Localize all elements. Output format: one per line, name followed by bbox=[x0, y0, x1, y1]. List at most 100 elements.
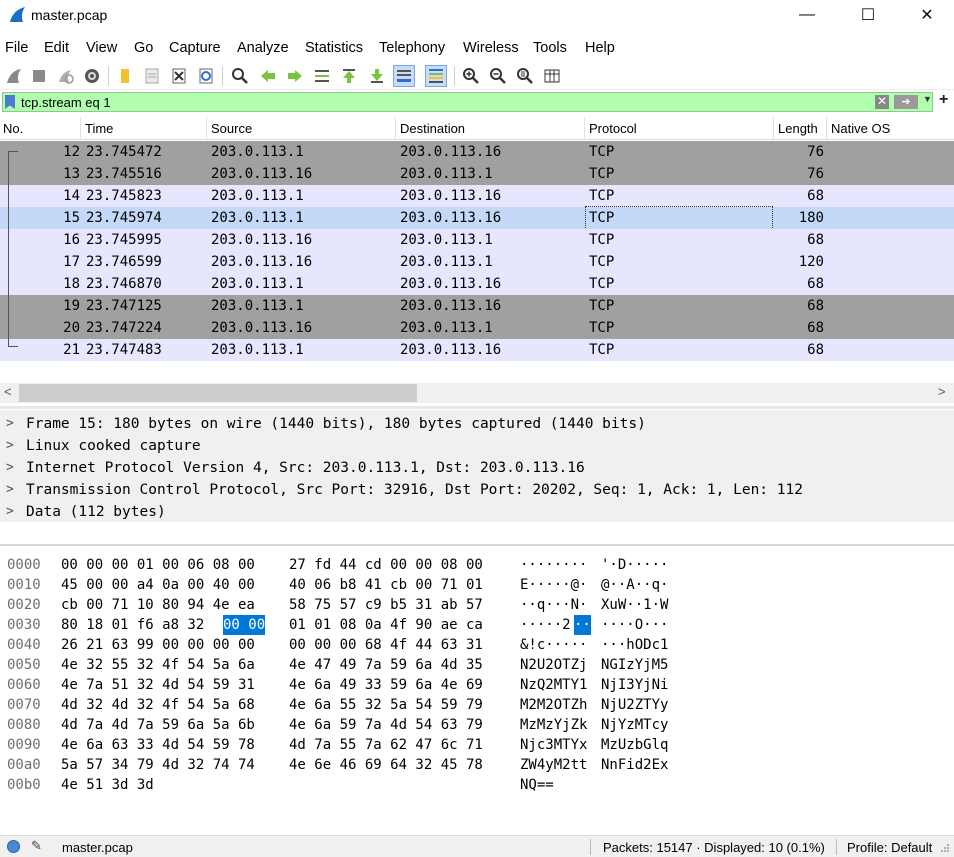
go-first-packet-icon[interactable] bbox=[338, 65, 360, 87]
expand-chevron-icon[interactable]: > bbox=[6, 457, 14, 479]
packet-row[interactable]: 20 23.747224 203.0.113.16 203.0.113.1 TC… bbox=[0, 317, 954, 339]
expand-chevron-icon[interactable]: > bbox=[6, 435, 14, 457]
go-back-icon[interactable] bbox=[257, 65, 279, 87]
hex-row[interactable]: 00b0 4e 51 3d 3d NQ== bbox=[0, 775, 954, 795]
go-forward-icon[interactable] bbox=[284, 65, 306, 87]
packet-row[interactable]: 19 23.747125 203.0.113.1 203.0.113.16 TC… bbox=[0, 295, 954, 317]
detail-row-tcp[interactable]: > Transmission Control Protocol, Src Por… bbox=[0, 479, 954, 501]
packet-row[interactable]: 13 23.745516 203.0.113.16 203.0.113.1 TC… bbox=[0, 163, 954, 185]
detail-row-data[interactable]: > Data (112 bytes) bbox=[0, 501, 954, 523]
packet-row[interactable]: 18 23.746870 203.0.113.1 203.0.113.16 TC… bbox=[0, 273, 954, 295]
hex-bytes-2: 58 75 57 c9 b5 31 ab 57 bbox=[289, 597, 483, 613]
pane-splitter[interactable] bbox=[0, 544, 954, 546]
save-file-icon[interactable] bbox=[141, 65, 163, 87]
packet-source: 203.0.113.1 bbox=[211, 276, 304, 292]
add-filter-button-plus-icon[interactable]: + bbox=[939, 91, 948, 109]
display-filter-input[interactable] bbox=[21, 94, 861, 110]
menu-wireless[interactable]: Wireless bbox=[463, 37, 519, 59]
expand-chevron-icon[interactable]: > bbox=[6, 479, 14, 501]
resize-grip-icon[interactable] bbox=[940, 843, 950, 853]
close-file-icon[interactable] bbox=[168, 65, 190, 87]
status-profile[interactable]: Profile: Default bbox=[847, 840, 932, 855]
menu-tools[interactable]: Tools bbox=[533, 37, 567, 59]
hex-row[interactable]: 0090 4e 6a 63 33 4d 54 59 78 4d 7a 55 7a… bbox=[0, 735, 954, 755]
pane-splitter[interactable] bbox=[0, 406, 954, 409]
close-button[interactable]: ✕ bbox=[904, 0, 950, 30]
detail-row-ipv4[interactable]: > Internet Protocol Version 4, Src: 203.… bbox=[0, 457, 954, 479]
hex-ascii-highlighted: ·· bbox=[574, 615, 591, 635]
apply-filter-arrow-icon[interactable]: ➜ bbox=[894, 95, 918, 109]
column-header-destination[interactable]: Destination bbox=[397, 117, 585, 140]
menu-edit[interactable]: Edit bbox=[44, 37, 69, 59]
go-last-packet-icon[interactable] bbox=[366, 65, 388, 87]
packet-time: 23.745823 bbox=[86, 188, 162, 204]
detail-row-frame[interactable]: > Frame 15: 180 bytes on wire (1440 bits… bbox=[0, 413, 954, 435]
expand-chevron-icon[interactable]: > bbox=[6, 501, 14, 523]
scrollbar-thumb[interactable] bbox=[19, 384, 417, 402]
packet-list-horizontal-scrollbar[interactable]: < > bbox=[0, 383, 954, 403]
hex-ascii-2: MzUzbGlq bbox=[601, 737, 669, 753]
packet-row[interactable]: 21 23.747483 203.0.113.1 203.0.113.16 TC… bbox=[0, 339, 954, 361]
column-header-native-os[interactable]: Native OS bbox=[828, 117, 954, 140]
detail-row-linux-cooked[interactable]: > Linux cooked capture bbox=[0, 435, 954, 457]
stop-capture-icon[interactable] bbox=[28, 65, 50, 87]
packet-row[interactable]: 12 23.745472 203.0.113.1 203.0.113.16 TC… bbox=[0, 141, 954, 163]
packet-row[interactable]: 16 23.745995 203.0.113.16 203.0.113.1 TC… bbox=[0, 229, 954, 251]
zoom-normal-icon[interactable] bbox=[514, 65, 536, 87]
menu-help[interactable]: Help bbox=[585, 37, 615, 59]
resize-columns-icon[interactable] bbox=[541, 65, 563, 87]
column-header-length[interactable]: Length bbox=[775, 117, 827, 140]
hex-row[interactable]: 0050 4e 32 55 32 4f 54 5a 6a 4e 47 49 7a… bbox=[0, 655, 954, 675]
detail-text: Data (112 bytes) bbox=[26, 504, 166, 520]
menu-go[interactable]: Go bbox=[134, 37, 153, 59]
menu-analyze[interactable]: Analyze bbox=[237, 37, 289, 59]
scroll-right-chevron-icon[interactable]: > bbox=[938, 384, 946, 399]
autoscroll-icon[interactable] bbox=[393, 65, 415, 87]
reload-file-icon[interactable] bbox=[195, 65, 217, 87]
hex-row[interactable]: 00a0 5a 57 34 79 4d 32 74 74 4e 6e 46 69… bbox=[0, 755, 954, 775]
open-file-icon[interactable] bbox=[114, 65, 136, 87]
find-packet-icon[interactable] bbox=[229, 65, 251, 87]
go-to-packet-icon[interactable] bbox=[311, 65, 333, 87]
hex-row[interactable]: 0060 4e 7a 51 32 4d 54 59 31 4e 6a 49 33… bbox=[0, 675, 954, 695]
menu-capture[interactable]: Capture bbox=[169, 37, 221, 59]
hex-row[interactable]: 0010 45 00 00 a4 0a 00 40 00 40 06 b8 41… bbox=[0, 575, 954, 595]
colorize-icon[interactable] bbox=[425, 65, 447, 87]
packet-row[interactable]: 14 23.745823 203.0.113.1 203.0.113.16 TC… bbox=[0, 185, 954, 207]
filter-history-chevron-down-icon[interactable]: ▼ bbox=[923, 94, 932, 104]
packet-row[interactable]: 17 23.746599 203.0.113.16 203.0.113.1 TC… bbox=[0, 251, 954, 273]
capture-options-gear-icon[interactable] bbox=[81, 65, 103, 87]
restart-capture-icon[interactable] bbox=[54, 65, 76, 87]
hex-row[interactable]: 0000 00 00 00 01 00 06 08 00 27 fd 44 cd… bbox=[0, 555, 954, 575]
hex-row[interactable]: 0040 26 21 63 99 00 00 00 00 00 00 00 68… bbox=[0, 635, 954, 655]
hex-bytes-1: 45 00 00 a4 0a 00 40 00 bbox=[61, 577, 255, 593]
hex-row[interactable]: 0020 cb 00 71 10 80 94 4e ea 58 75 57 c9… bbox=[0, 595, 954, 615]
menu-file[interactable]: File bbox=[5, 37, 28, 59]
zoom-out-icon[interactable] bbox=[487, 65, 509, 87]
column-header-source[interactable]: Source bbox=[208, 117, 396, 140]
packet-row-selected[interactable]: 15 23.745974 203.0.113.1 203.0.113.16 TC… bbox=[0, 206, 954, 230]
column-header-protocol[interactable]: Protocol bbox=[586, 117, 774, 140]
hex-row[interactable]: 0080 4d 7a 4d 7a 59 6a 5a 6b 4e 6a 59 7a… bbox=[0, 715, 954, 735]
start-capture-icon[interactable] bbox=[3, 65, 25, 87]
bookmark-icon[interactable] bbox=[5, 95, 15, 109]
expert-info-status-icon[interactable] bbox=[7, 840, 20, 853]
maximize-button[interactable]: ☐ bbox=[845, 0, 891, 30]
clear-filter-icon[interactable]: ✕ bbox=[875, 95, 889, 109]
zoom-in-icon[interactable] bbox=[460, 65, 482, 87]
capture-comment-pencil-icon[interactable]: ✎ bbox=[31, 838, 42, 854]
menu-statistics[interactable]: Statistics bbox=[305, 37, 363, 59]
menu-view[interactable]: View bbox=[86, 37, 117, 59]
hex-row[interactable]: 0030 80 18 01 f6 a8 32 00 00 01 01 08 0a… bbox=[0, 615, 954, 635]
menu-telephony[interactable]: Telephony bbox=[379, 37, 445, 59]
packet-source: 203.0.113.16 bbox=[211, 166, 313, 182]
hex-row[interactable]: 0070 4d 32 4d 32 4f 54 5a 68 4e 6a 55 32… bbox=[0, 695, 954, 715]
packet-protocol: TCP bbox=[589, 320, 615, 336]
minimize-button[interactable]: — bbox=[784, 0, 830, 30]
scroll-left-chevron-icon[interactable]: < bbox=[4, 384, 12, 399]
packet-source: 203.0.113.1 bbox=[211, 188, 304, 204]
column-header-time[interactable]: Time bbox=[82, 117, 207, 140]
packet-length: 76 bbox=[807, 166, 824, 182]
column-header-no[interactable]: No. bbox=[0, 117, 81, 140]
expand-chevron-icon[interactable]: > bbox=[6, 413, 14, 435]
